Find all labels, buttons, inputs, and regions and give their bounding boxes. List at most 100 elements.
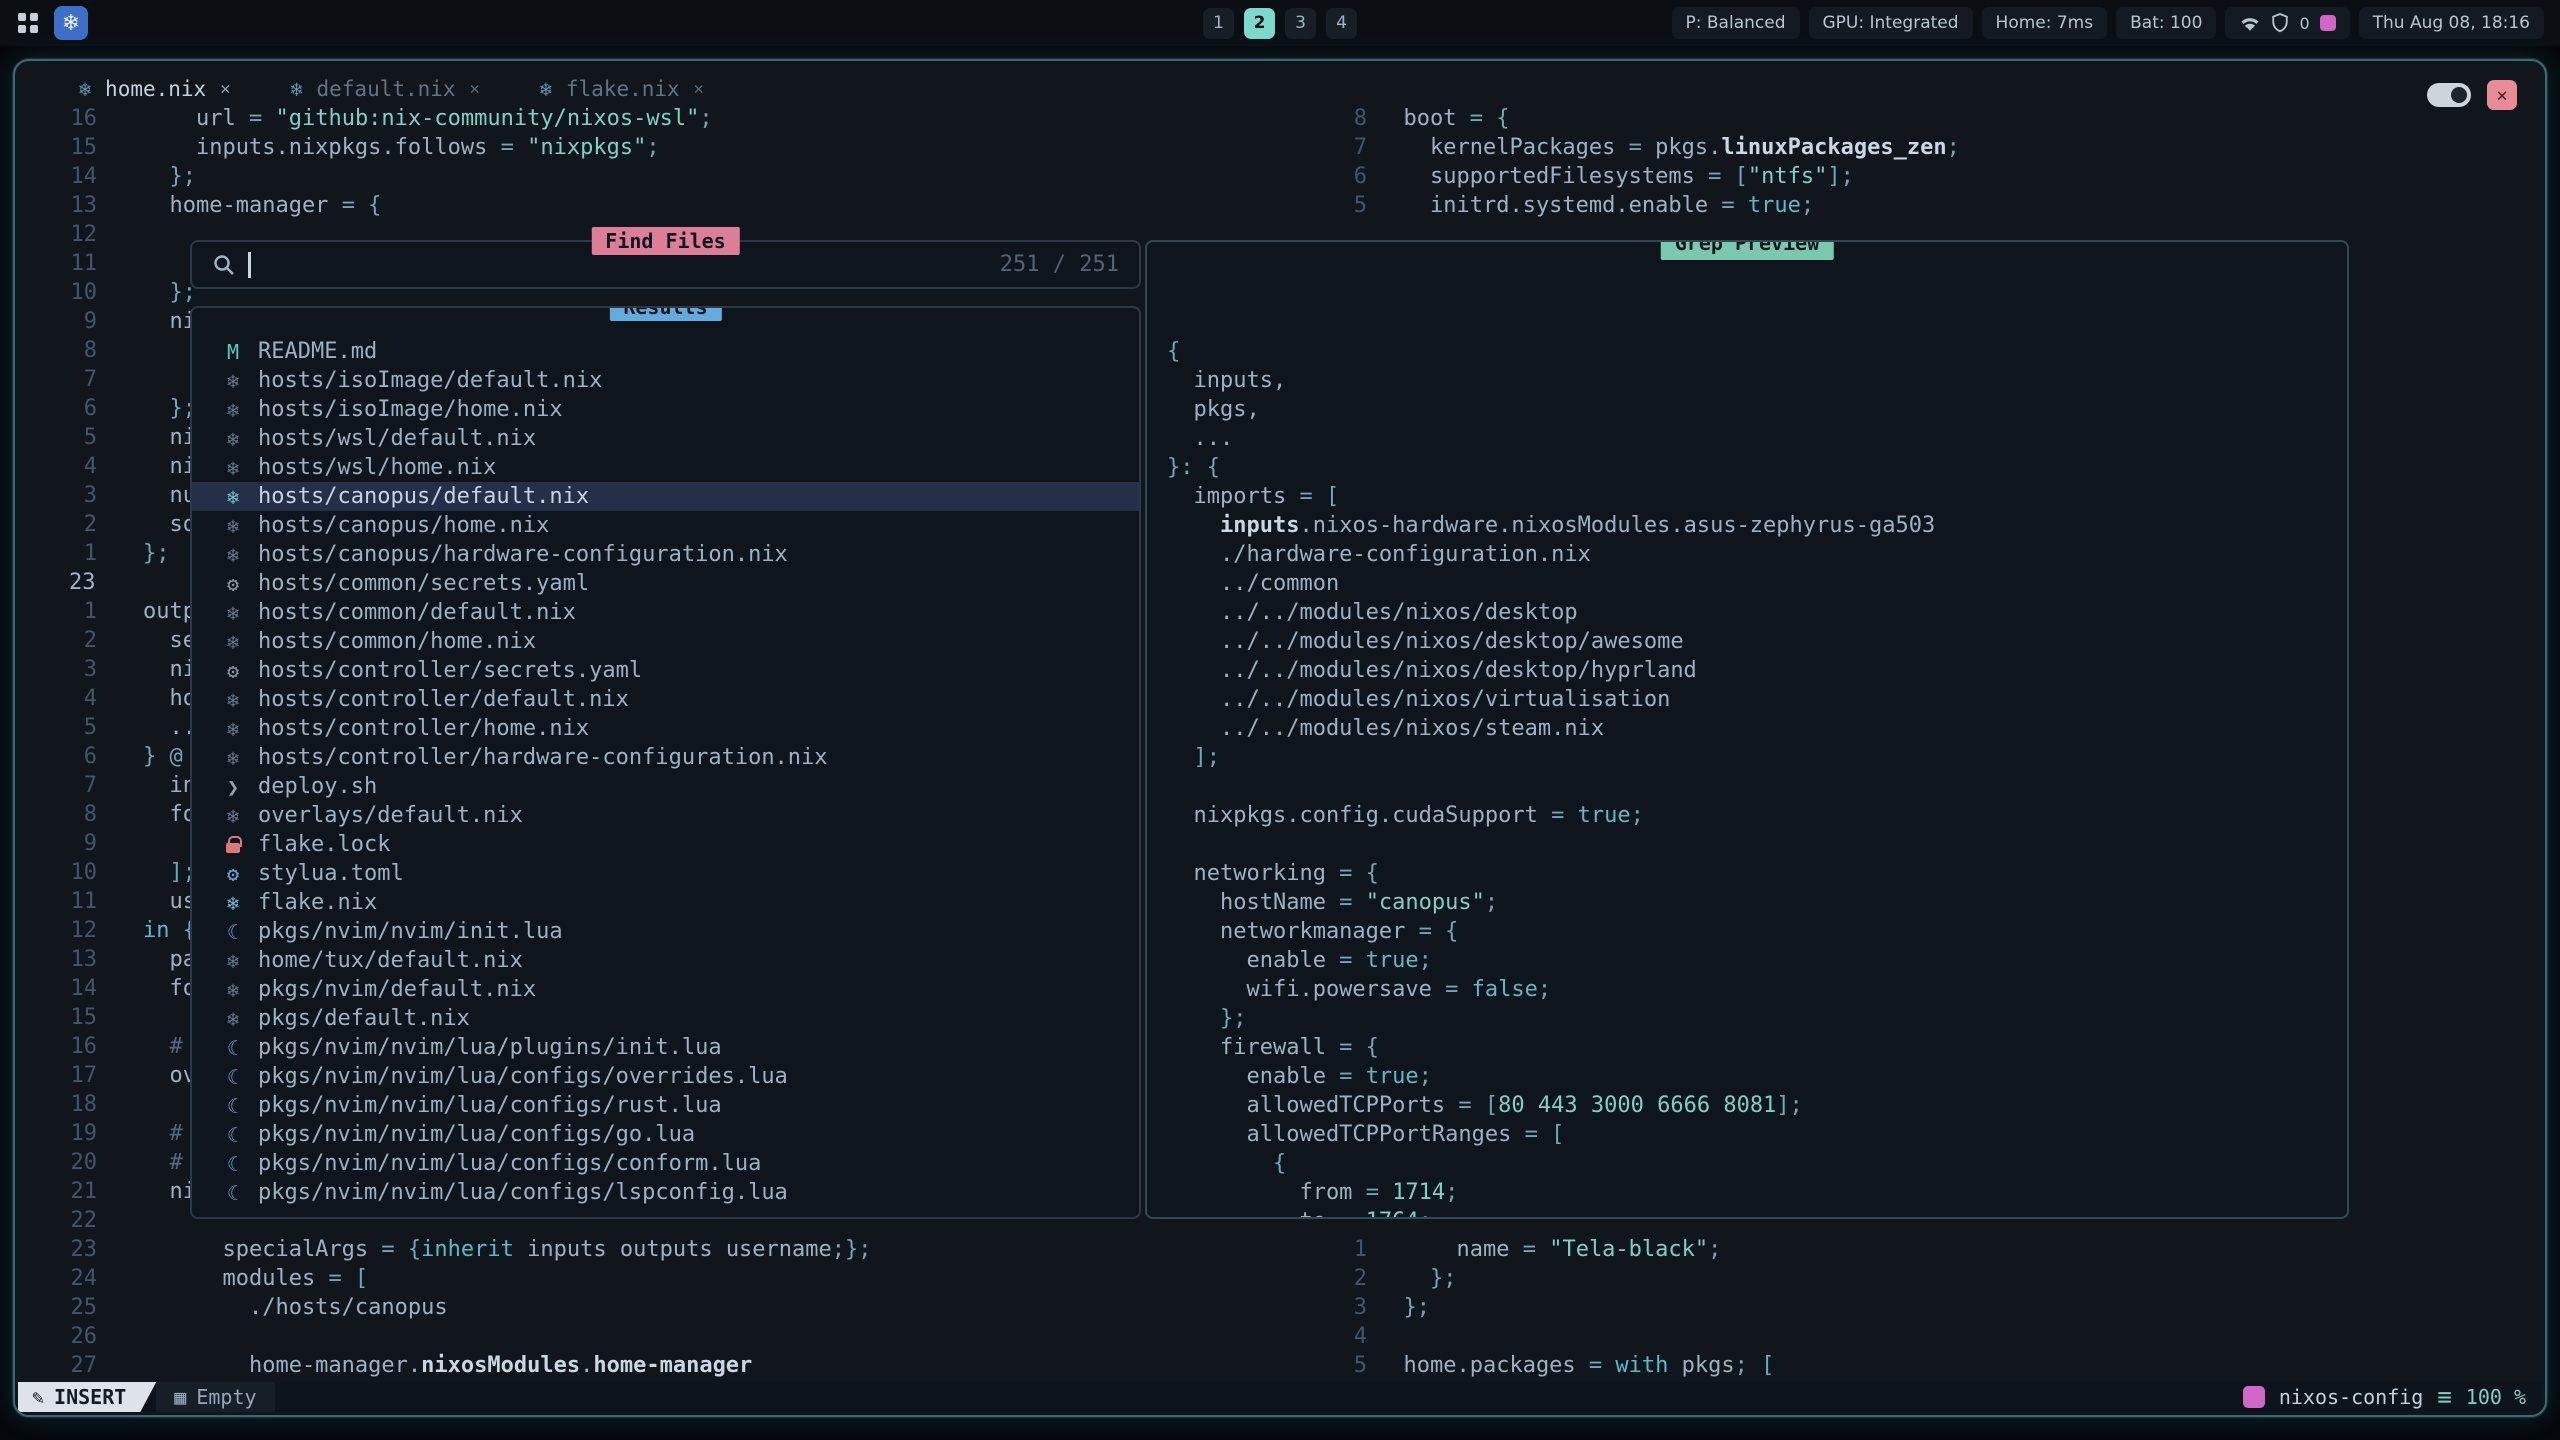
result-filename: home/tux/default.nix [258, 948, 523, 973]
gpu-status[interactable]: GPU: Integrated [1809, 7, 1973, 39]
result-item[interactable]: ❄pkgs/default.nix [192, 1004, 1139, 1033]
latency-status[interactable]: Home: 7ms [1982, 7, 2108, 39]
window-close-button[interactable]: ✕ [2487, 80, 2517, 110]
clock[interactable]: Thu Aug 08, 18:16 [2359, 7, 2544, 39]
battery-status[interactable]: Bat: 100 [2116, 7, 2216, 39]
result-filename: pkgs/nvim/nvim/lua/configs/rust.lua [258, 1093, 722, 1118]
preview-line: nixpkgs.config.cudaSupport = true; [1167, 801, 2347, 830]
tab-flake.nix[interactable]: ❄flake.nix✕ [510, 71, 734, 107]
lock-icon [220, 830, 246, 859]
result-item[interactable]: ❄hosts/wsl/default.nix [192, 424, 1139, 453]
result-filename: hosts/common/secrets.yaml [258, 571, 589, 596]
nix-icon: ❄ [220, 511, 246, 540]
result-item[interactable]: ⚙stylua.toml [192, 859, 1139, 888]
system-tray: 0 [2225, 7, 2349, 39]
preview-line: networkmanager = { [1167, 917, 2347, 946]
preview-line: enable = true; [1167, 946, 2347, 975]
search-icon [212, 253, 236, 277]
result-item[interactable]: ❄pkgs/nvim/default.nix [192, 975, 1139, 1004]
result-item[interactable]: ❄hosts/controller/default.nix [192, 685, 1139, 714]
code-line: 7 kernelPackages = pkgs.linuxPackages_ze… [1285, 133, 1960, 162]
nix-icon: ❄ [220, 482, 246, 511]
result-filename: overlays/default.nix [258, 803, 523, 828]
result-item[interactable]: ☾pkgs/nvim/nvim/lua/configs/rust.lua [192, 1091, 1139, 1120]
result-item[interactable]: ❄hosts/isoImage/home.nix [192, 395, 1139, 424]
mode-label: INSERT [54, 1385, 126, 1409]
result-item[interactable]: ❯deploy.sh [192, 772, 1139, 801]
workspace-button-3[interactable]: 3 [1285, 8, 1316, 39]
result-item[interactable]: ☾pkgs/nvim/nvim/lua/configs/lspconfig.lu… [192, 1178, 1139, 1207]
nix-icon: ❄ [220, 453, 246, 482]
workspace-button-2[interactable]: 2 [1244, 8, 1275, 39]
code-line: 23 specialArgs = {inherit inputs outputs… [15, 1235, 872, 1264]
result-item[interactable]: ❄home/tux/default.nix [192, 946, 1139, 975]
nix-file-icon: ❄ [290, 77, 302, 101]
result-item[interactable]: flake.lock [192, 830, 1139, 859]
result-item[interactable]: ☾ pkgs/nvim/nvim/lua/configs/go.lua [192, 1120, 1139, 1149]
app-launcher-icon[interactable] [14, 9, 42, 37]
code-line: 5 initrd.systemd.enable = true; [1285, 191, 1960, 220]
match-counter: 251 / 251 [1000, 252, 1119, 277]
tab-close-icon[interactable]: ✕ [694, 79, 704, 99]
shield-icon[interactable] [2271, 13, 2289, 33]
result-item[interactable]: ⚙hosts/common/secrets.yaml [192, 569, 1139, 598]
nix-icon: ❄ [220, 1004, 246, 1033]
result-filename: hosts/isoImage/default.nix [258, 368, 602, 393]
buffer-state-label: Empty [196, 1385, 256, 1409]
result-item[interactable]: ❄hosts/isoImage/default.nix [192, 366, 1139, 395]
preview-line: ../common [1167, 569, 2347, 598]
result-item[interactable]: ⚙hosts/controller/secrets.yaml [192, 656, 1139, 685]
tab-close-icon[interactable]: ✕ [220, 79, 230, 99]
result-filename: hosts/wsl/default.nix [258, 426, 536, 451]
grep-preview-pane: Grep Preview { inputs, pkgs, ...}: { imp… [1145, 240, 2349, 1219]
result-item[interactable]: ☾pkgs/nvim/nvim/lua/configs/conform.lua [192, 1149, 1139, 1178]
result-item[interactable]: ❄hosts/controller/home.nix [192, 714, 1139, 743]
preview-line: ../../modules/nixos/desktop [1167, 598, 2347, 627]
result-item[interactable]: ❄hosts/canopus/default.nix [192, 482, 1139, 511]
wifi-icon[interactable] [2239, 15, 2261, 32]
workspace-button-4[interactable]: 4 [1326, 8, 1357, 39]
result-item[interactable]: ☾pkgs/nvim/nvim/lua/configs/overrides.lu… [192, 1062, 1139, 1091]
preview-line: wifi.powersave = false; [1167, 975, 2347, 1004]
result-item[interactable]: ❄overlays/default.nix [192, 801, 1139, 830]
preview-line [1167, 830, 2347, 859]
shell-icon: ❯ [220, 772, 246, 801]
preview-line: enable = true; [1167, 1062, 2347, 1091]
preview-line: ]; [1167, 743, 2347, 772]
result-filename: hosts/common/home.nix [258, 629, 536, 654]
code-line: 15 inputs.nixpkgs.follows = "nixpkgs"; [15, 133, 872, 162]
result-item[interactable]: ❄ hosts/common/home.nix [192, 627, 1139, 656]
result-filename: pkgs/nvim/nvim/lua/configs/overrides.lua [258, 1064, 788, 1089]
result-item[interactable]: ❄hosts/canopus/home.nix [192, 511, 1139, 540]
power-profile-status[interactable]: P: Balanced [1672, 7, 1800, 39]
nix-icon: ❄ [220, 627, 246, 656]
gear-icon: ⚙ [220, 859, 246, 888]
result-item[interactable]: ❄hosts/wsl/home.nix [192, 453, 1139, 482]
preview-line: ../../modules/nixos/desktop/awesome [1167, 627, 2347, 656]
result-item[interactable]: ❄flake.nix [192, 888, 1139, 917]
result-item[interactable]: ❄hosts/canopus/hardware-configuration.ni… [192, 540, 1139, 569]
notification-count[interactable]: 0 [2299, 14, 2309, 33]
result-filename: pkgs/nvim/nvim/lua/configs/go.lua [258, 1122, 695, 1147]
color-swatch-icon[interactable] [2320, 15, 2336, 31]
tab-close-icon[interactable]: ✕ [470, 79, 480, 99]
workspace-switcher: 1234 [1203, 0, 1357, 46]
result-item[interactable]: ❄hosts/common/default.nix [192, 598, 1139, 627]
nix-icon: ❄ [220, 540, 246, 569]
nix-logo-tile[interactable]: ❄ [54, 6, 88, 40]
code-line: 25 ./hosts/canopus [15, 1293, 872, 1322]
tab-label: default.nix [317, 77, 456, 101]
tab-home.nix[interactable]: ❄home.nix✕ [49, 71, 260, 107]
result-item[interactable]: MREADME.md [192, 337, 1139, 366]
nix-icon: ❄ [220, 743, 246, 772]
workspace-button-1[interactable]: 1 [1203, 8, 1234, 39]
lua-icon: ☾ [220, 1120, 246, 1149]
nix-icon: ❄ [220, 714, 246, 743]
result-item[interactable]: ❄hosts/controller/hardware-configuration… [192, 743, 1139, 772]
result-item[interactable]: ☾pkgs/nvim/nvim/lua/plugins/init.lua [192, 1033, 1139, 1062]
toggle-switch[interactable] [2427, 83, 2471, 107]
lines-icon: ≡ [2437, 1383, 2451, 1411]
find-files-prompt[interactable]: Find Files 251 / 251 [190, 240, 1141, 289]
tab-default.nix[interactable]: ❄ default.nix ✕ [260, 71, 509, 107]
result-item[interactable]: ☾pkgs/nvim/nvim/init.lua [192, 917, 1139, 946]
